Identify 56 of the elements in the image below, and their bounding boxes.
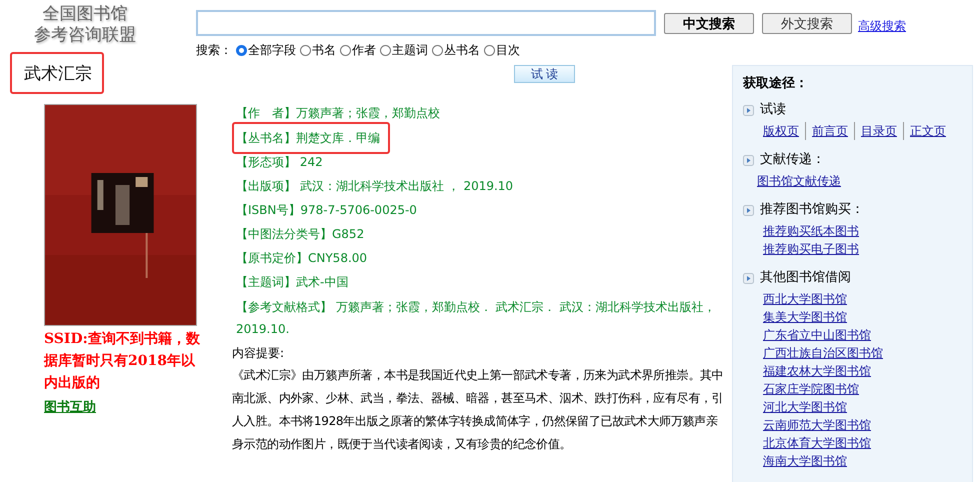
field-text: 【出版项】 武汉：湖北科学技术出版社 ， 2019.10	[236, 178, 514, 195]
radio-label[interactable]: 丛书名	[444, 42, 480, 59]
search-button[interactable]: 中文搜索	[664, 12, 754, 34]
field-text: 【主题词】武术-中国	[236, 274, 348, 291]
field-text: 【ISBN号】978-7-5706-0025-0	[236, 202, 417, 219]
summary-text: 《武术汇宗》由万籁声所著，本书是我国近代史上第一部武术专著，历来为武术界所推崇。其中南北派、内外家、少林、武当，拳法、器械、暗器，甚至马术、泅术、跌打伤科，应有尽有，引人入胜。本书将1928年出版之原著的繁体字转换成简体字，仍然保留了已故武术大师万籁声亲身示范的动作图片，既便于当代读者阅读，又有珍贵的纪念价值。	[231, 367, 724, 453]
summary-label: 内容提要:	[231, 345, 286, 362]
section-heading: 推荐图书馆购买：	[760, 201, 864, 219]
logo-text: 参考咨询联盟	[34, 25, 136, 46]
sidebar-link[interactable]: 目录页	[854, 122, 903, 140]
search-label: 搜索：	[196, 42, 232, 59]
search-button[interactable]: 外文搜索	[762, 12, 852, 34]
radio-label[interactable]: 书名	[312, 42, 336, 59]
radio-label[interactable]: 全部字段	[248, 42, 296, 59]
sidebar-link[interactable]: 集美大学图书馆	[763, 308, 847, 326]
sidebar-link[interactable]: 推荐购买纸本图书	[763, 222, 859, 240]
radio-button[interactable]	[380, 45, 391, 56]
field-text: 【中图法分类号】G852	[236, 226, 364, 243]
sidebar-link[interactable]: 河北大学图书馆	[763, 398, 847, 416]
field-text: 【原书定价】CNY58.00	[236, 250, 368, 267]
radio-button[interactable]	[236, 45, 247, 56]
radio-label[interactable]: 作者	[352, 42, 376, 59]
sidebar-link[interactable]: 福建农林大学图书馆	[763, 362, 871, 380]
sidebar-link[interactable]: 图书馆文献传递	[757, 172, 841, 190]
advanced-search-link[interactable]: 高级搜索	[858, 18, 906, 34]
sidebar-link[interactable]: 广东省立中山图书馆	[763, 326, 871, 344]
section-heading: 试读	[760, 101, 786, 119]
sidebar-title: 获取途径：	[743, 75, 809, 92]
section-heading: 其他图书馆借阅	[760, 269, 851, 287]
help-link[interactable]: 图书互助	[44, 398, 96, 416]
field-text: 【丛书名】荆楚文库．甲编	[236, 130, 380, 147]
section-heading: 文献传递：	[760, 151, 825, 169]
sidebar-link[interactable]: 西北大学图书馆	[763, 290, 847, 308]
radio-label[interactable]: 主题词	[392, 42, 428, 59]
preview-button[interactable]: 试 读	[514, 65, 575, 83]
field-text: 【参考文献格式】 万籁声著；张霞，郑勤点校． 武术汇宗． 武汉：湖北科学技术出版社， 2019.10.	[236, 299, 716, 338]
radio-button[interactable]	[484, 45, 495, 56]
sidebar-link[interactable]: 前言页	[805, 122, 854, 140]
title-callout: 武术汇宗	[10, 52, 104, 94]
field-text: 【形态项】 242	[236, 154, 323, 171]
sidebar-link[interactable]: 石家庄学院图书馆	[763, 380, 859, 398]
note-text: SSID:查询不到书籍，数据库暂时只有2018年以内出版的	[44, 330, 201, 393]
sidebar-link[interactable]: 云南师范大学图书馆	[763, 416, 871, 434]
sidebar-link[interactable]: 版权页	[757, 122, 805, 140]
sidebar-link[interactable]: 正文页	[903, 122, 952, 140]
radio-button[interactable]	[340, 45, 351, 56]
sidebar-link[interactable]: 北京体育大学图书馆	[763, 434, 871, 452]
radio-button[interactable]	[432, 45, 443, 56]
radio-button[interactable]	[300, 45, 311, 56]
sidebar-link[interactable]: 海南大学图书馆	[763, 452, 847, 470]
sidebar-link[interactable]: 推荐购买电子图书	[763, 240, 859, 258]
field-text: 【作 者】万籁声著；张霞，郑勤点校	[236, 105, 440, 122]
sidebar-link[interactable]: 广西壮族自治区图书馆	[763, 344, 883, 362]
logo-text: 全国图书馆	[42, 4, 128, 25]
radio-label[interactable]: 目次	[496, 42, 520, 59]
search-field[interactable]	[196, 10, 656, 36]
